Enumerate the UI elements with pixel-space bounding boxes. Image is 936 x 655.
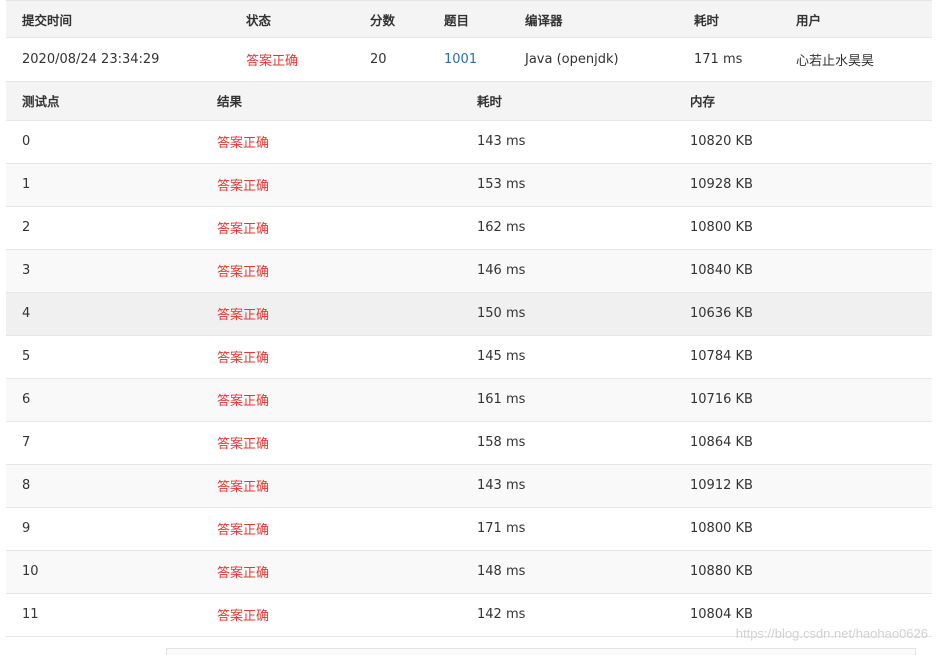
status-accepted: 答案正确 [246,54,299,69]
summary-row: 2020/08/24 23:34:29 答案正确 20 1001 Java (o… [6,38,932,82]
header-duration: 耗时 [694,12,720,28]
table-row: 6 答案正确 161 ms 10716 KB [6,378,932,421]
table-row: 3 答案正确 146 ms 10840 KB [6,249,932,292]
test-point: 1 [22,177,31,192]
test-point: 0 [22,134,31,149]
test-point: 8 [22,478,31,493]
table-row: 2 答案正确 162 ms 10800 KB [6,206,932,249]
memory: 10716 KB [690,392,753,407]
case-duration: 158 ms [477,435,526,450]
problem-link[interactable]: 1001 [444,52,477,67]
result: 答案正确 [217,523,270,538]
case-duration: 145 ms [477,349,526,364]
memory: 10840 KB [690,263,753,278]
result: 答案正确 [217,351,270,366]
test-point: 7 [22,435,31,450]
test-point: 10 [22,564,39,579]
result: 答案正确 [217,179,270,194]
test-point: 9 [22,521,31,536]
memory: 10880 KB [690,564,753,579]
table-row: 9 答案正确 171 ms 10800 KB [6,507,932,550]
case-duration: 146 ms [477,263,526,278]
header-score: 分数 [370,12,396,28]
memory: 10928 KB [690,177,753,192]
test-point: 5 [22,349,31,364]
test-point: 11 [22,607,39,622]
test-point: 3 [22,263,31,278]
summary-header-row: 提交时间 状态 分数 题目 编译器 耗时 用户 [6,0,932,38]
header-status: 状态 [246,12,272,28]
header-test-point: 测试点 [22,94,60,110]
table-row: 1 答案正确 153 ms 10928 KB [6,163,932,206]
table-row: 5 答案正确 145 ms 10784 KB [6,335,932,378]
test-point: 4 [22,306,31,321]
header-problem: 题目 [444,12,470,28]
result: 答案正确 [217,308,270,323]
memory: 10800 KB [690,521,753,536]
case-duration: 150 ms [477,306,526,321]
case-duration: 171 ms [477,521,526,536]
cases-header-row: 测试点 结果 耗时 内存 [6,82,932,120]
result: 答案正确 [217,437,270,452]
test-point: 6 [22,392,31,407]
header-user: 用户 [796,12,822,28]
table-row: 4 答案正确 150 ms 10636 KB [6,292,932,335]
submit-time: 2020/08/24 23:34:29 [22,52,160,67]
case-duration: 162 ms [477,220,526,235]
submission-panel: 提交时间 状态 分数 题目 编译器 耗时 用户 2020/08/24 23:34… [6,0,932,637]
total-duration: 171 ms [694,52,743,67]
table-row: 7 答案正确 158 ms 10864 KB [6,421,932,464]
case-duration: 142 ms [477,607,526,622]
header-result: 结果 [217,94,243,110]
score: 20 [370,52,387,67]
header-compiler: 编译器 [525,12,563,28]
memory: 10864 KB [690,435,753,450]
case-duration: 143 ms [477,478,526,493]
watermark-text: https://blog.csdn.net/haohao0626 [735,626,928,641]
case-duration: 161 ms [477,392,526,407]
compiler: Java (openjdk) [525,52,619,67]
memory: 10636 KB [690,306,753,321]
memory: 10784 KB [690,349,753,364]
result: 答案正确 [217,480,270,495]
header-submit-time: 提交时间 [22,12,73,28]
result: 答案正确 [217,394,270,409]
user-name: 心若止水昊昊 [796,54,875,69]
header-memory: 内存 [690,94,716,110]
memory: 10800 KB [690,220,753,235]
header-case-duration: 耗时 [477,94,503,110]
table-row: 0 答案正确 143 ms 10820 KB [6,120,932,163]
submission-summary-table: 提交时间 状态 分数 题目 编译器 耗时 用户 2020/08/24 23:34… [6,0,932,82]
memory: 10912 KB [690,478,753,493]
case-duration: 143 ms [477,134,526,149]
result: 答案正确 [217,609,270,624]
result: 答案正确 [217,222,270,237]
table-row: 8 答案正确 143 ms 10912 KB [6,464,932,507]
result: 答案正确 [217,136,270,151]
result: 答案正确 [217,265,270,280]
result: 答案正确 [217,566,270,581]
test-point: 2 [22,220,31,235]
test-cases-table: 测试点 结果 耗时 内存 0 答案正确 143 ms 10820 KB 1 答案… [6,82,932,637]
case-duration: 153 ms [477,177,526,192]
case-duration: 148 ms [477,564,526,579]
table-row: 10 答案正确 148 ms 10880 KB [6,550,932,593]
memory: 10820 KB [690,134,753,149]
